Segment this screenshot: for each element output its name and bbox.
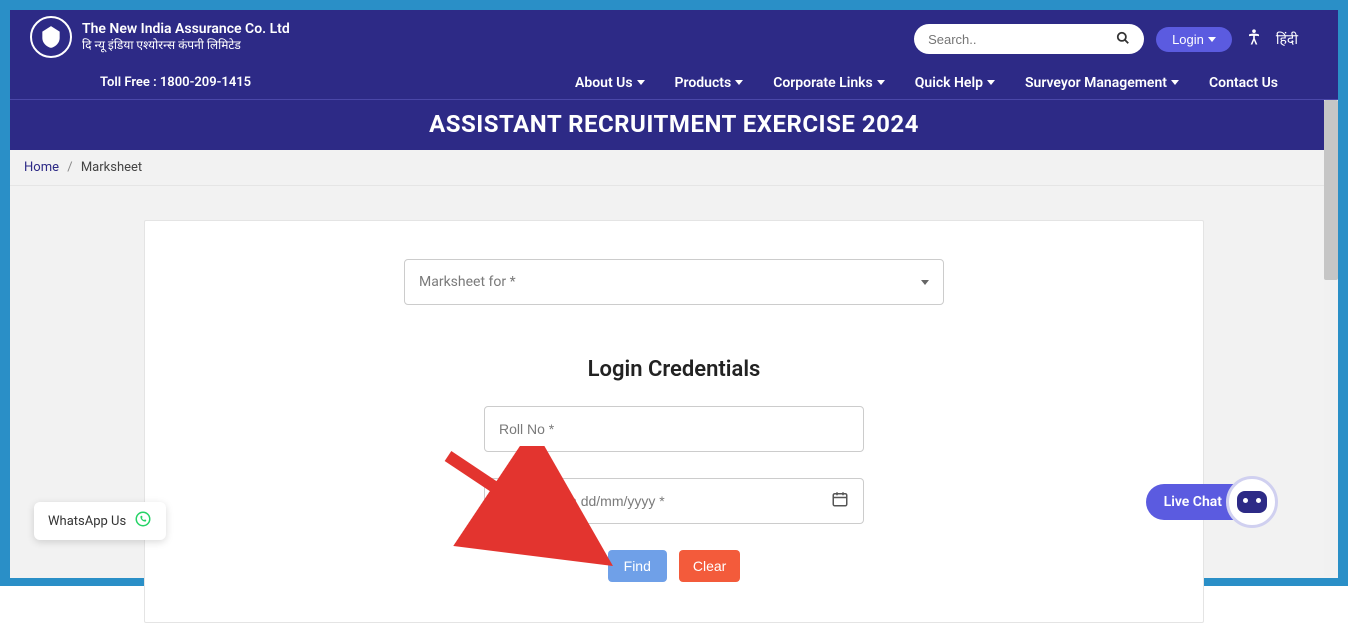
nav-label: About Us: [575, 75, 633, 91]
nav-bar: Toll Free : 1800-209-1415 About Us Produ…: [10, 66, 1338, 100]
rollno-field-wrap: [484, 406, 864, 452]
nav-label: Surveyor Management: [1025, 75, 1167, 91]
nav-quick-help[interactable]: Quick Help: [915, 75, 995, 91]
chevron-down-icon: [637, 80, 645, 85]
content-area: Marksheet for * Login Credentials: [10, 186, 1338, 578]
breadcrumb-current: Marksheet: [81, 160, 142, 175]
search-input[interactable]: [928, 32, 1098, 47]
nav-corporate-links[interactable]: Corporate Links: [773, 75, 885, 91]
tollfree-text: Toll Free : 1800-209-1415: [100, 75, 251, 90]
clear-button[interactable]: Clear: [679, 550, 740, 582]
nav-products[interactable]: Products: [675, 75, 744, 91]
company-name-hi: दि न्यू इंडिया एश्योरन्स कंपनी लिमिटेड: [82, 38, 290, 52]
breadcrumb-separator: /: [67, 160, 72, 175]
chatbot-icon[interactable]: [1226, 476, 1278, 528]
company-name-en: The New India Assurance Co. Ltd: [82, 21, 290, 38]
dob-field-wrap: [484, 478, 864, 524]
nav-label: Contact Us: [1209, 75, 1278, 91]
chevron-down-icon: [735, 80, 743, 85]
scrollbar-thumb[interactable]: [1324, 100, 1338, 280]
rollno-input[interactable]: [499, 421, 849, 437]
calendar-icon[interactable]: [831, 490, 849, 512]
whatsapp-label: WhatsApp Us: [48, 514, 126, 529]
logo-block[interactable]: The New India Assurance Co. Ltd दि न्यू …: [30, 16, 290, 58]
whatsapp-icon: [134, 510, 152, 532]
chevron-down-icon: [877, 80, 885, 85]
top-bar: The New India Assurance Co. Ltd दि न्यू …: [10, 10, 1338, 66]
language-toggle[interactable]: हिंदी: [1276, 30, 1298, 49]
dob-input[interactable]: [499, 493, 823, 509]
nav-label: Quick Help: [915, 75, 983, 91]
chevron-down-icon: [921, 280, 929, 285]
nav-label: Corporate Links: [773, 75, 873, 91]
form-card: Marksheet for * Login Credentials: [144, 220, 1204, 623]
chevron-down-icon: [987, 80, 995, 85]
breadcrumb: Home / Marksheet: [10, 150, 1338, 186]
live-chat-widget[interactable]: Live Chat: [1146, 476, 1278, 528]
login-credentials-title: Login Credentials: [205, 357, 1143, 382]
breadcrumb-home[interactable]: Home: [24, 160, 59, 175]
login-button[interactable]: Login: [1156, 27, 1232, 52]
find-button[interactable]: Find: [608, 550, 667, 582]
select-placeholder: Marksheet for *: [419, 274, 516, 290]
marksheet-for-select[interactable]: Marksheet for *: [404, 259, 944, 305]
nav-label: Products: [675, 75, 732, 91]
nav-contact-us[interactable]: Contact Us: [1209, 75, 1278, 91]
accessibility-icon[interactable]: [1244, 27, 1264, 51]
search-icon[interactable]: [1116, 30, 1130, 49]
company-logo-icon: [30, 16, 72, 58]
nav-about-us[interactable]: About Us: [575, 75, 645, 91]
scrollbar[interactable]: [1324, 100, 1338, 576]
page-title: ASSISTANT RECRUITMENT EXERCISE 2024: [10, 100, 1338, 150]
chevron-down-icon: [1208, 37, 1216, 42]
login-label: Login: [1172, 32, 1204, 47]
search-box[interactable]: [914, 24, 1144, 54]
chevron-down-icon: [1171, 80, 1179, 85]
nav-surveyor-management[interactable]: Surveyor Management: [1025, 75, 1179, 91]
whatsapp-us-button[interactable]: WhatsApp Us: [34, 502, 166, 540]
